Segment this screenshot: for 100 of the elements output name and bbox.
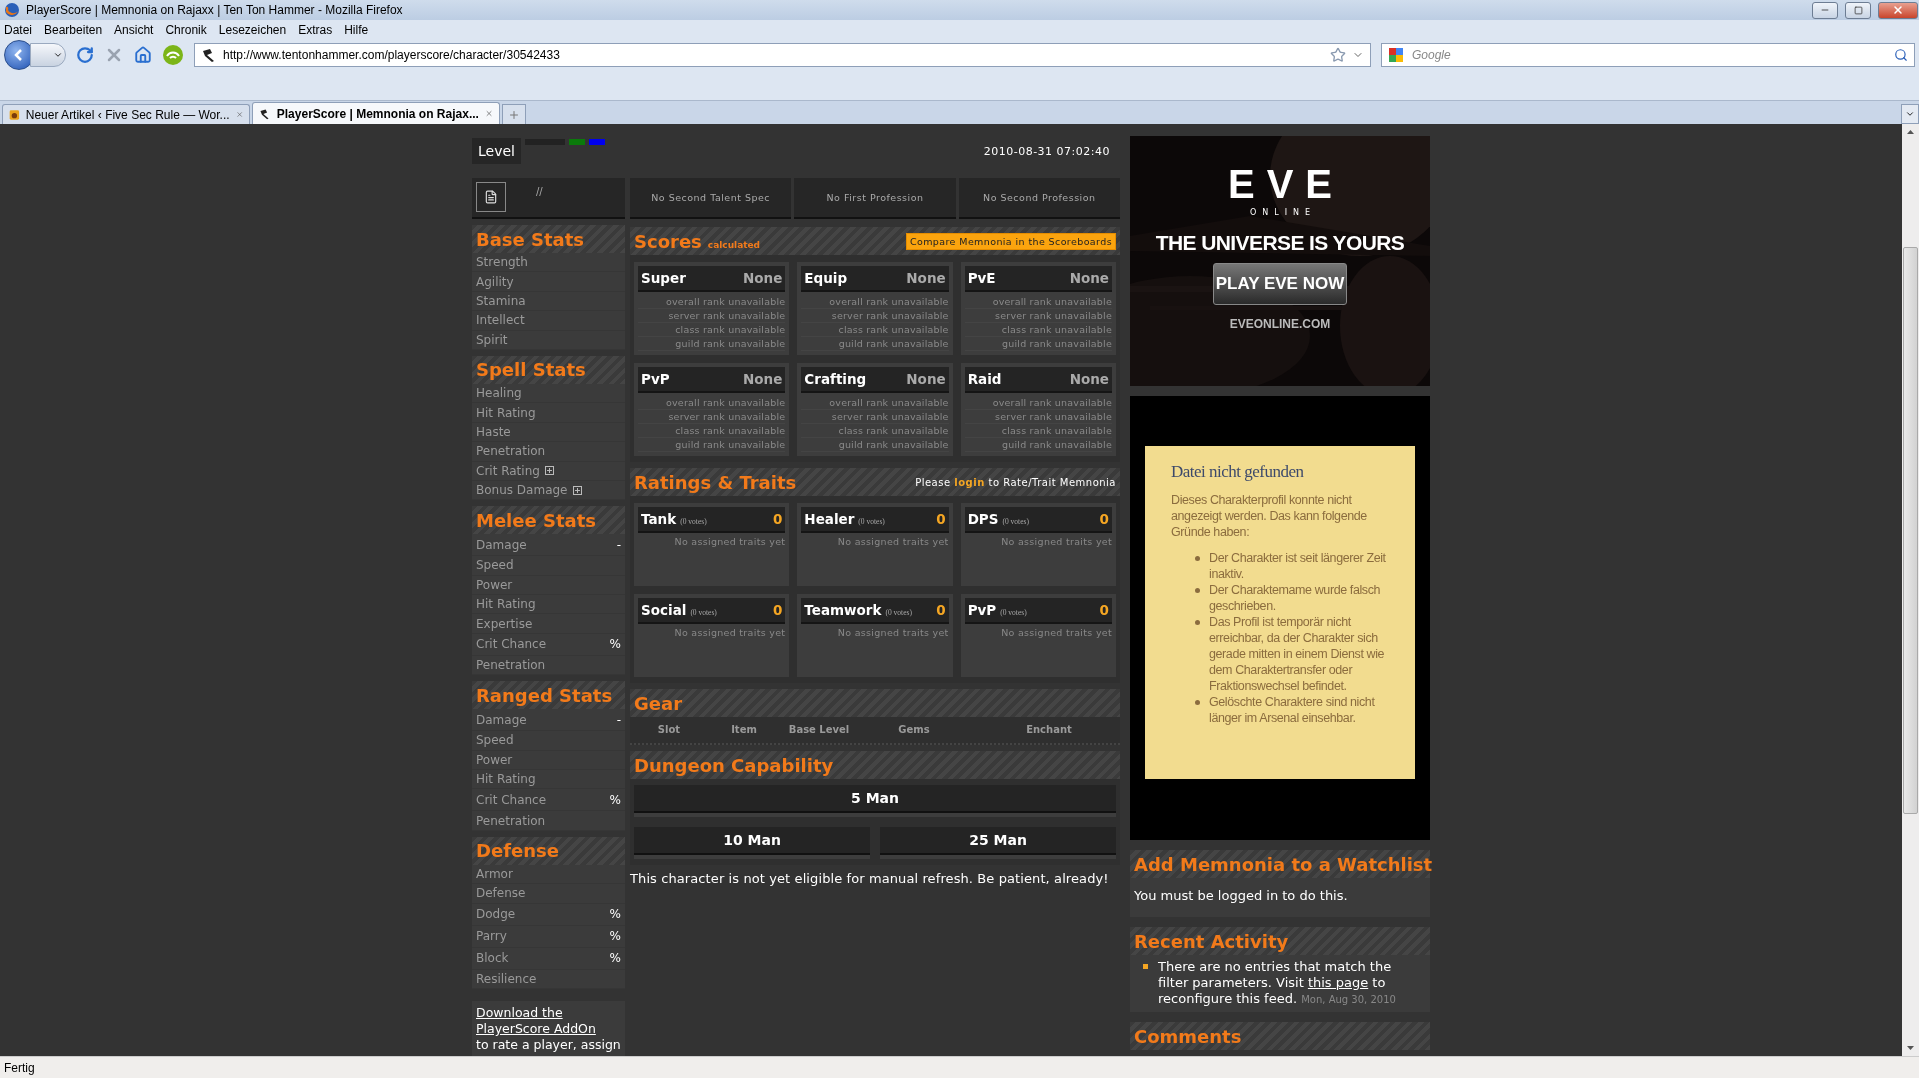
ad-heading: THE UNIVERSE IS YOURS <box>1155 231 1405 255</box>
section-title: Spell Stats <box>476 359 586 381</box>
spec-box: No First Profession <box>794 178 956 219</box>
address-field[interactable]: http://www.tentonhammer.com/playerscore/character/30542433 <box>194 43 1371 67</box>
rating-score: 0 <box>936 511 946 527</box>
error-title: Datei nicht gefunden <box>1171 462 1305 482</box>
stat-label: Resilience <box>476 971 537 986</box>
stat-label: Penetration <box>476 658 546 673</box>
browser-tab[interactable]: PlayerScore | Memnonia on Rajax... <box>252 102 500 124</box>
expand-icon[interactable] <box>544 466 554 476</box>
minimize-button[interactable] <box>1812 1 1838 19</box>
stat-value: % <box>609 907 621 922</box>
spec-box: No Second Profession <box>958 178 1120 219</box>
menu-item[interactable]: Bearbeiten <box>44 22 103 37</box>
menu-item[interactable]: Datei <box>4 22 32 37</box>
close-button[interactable] <box>1878 1 1918 19</box>
browser-icon <box>4 2 20 18</box>
login-link[interactable]: login <box>954 476 985 488</box>
rank-text: overall rank unavailable <box>638 396 786 410</box>
search-icon[interactable] <box>1894 48 1908 62</box>
activity-entry: There are no entries that match the filter parameters. Visit this page to reconfigure this feed. Mon, Aug 30, 2010 <box>1158 959 1424 1008</box>
bullet-icon <box>1143 964 1148 969</box>
scroll-up-icon[interactable] <box>1906 128 1915 137</box>
stat-label: Damage <box>476 537 527 552</box>
close-tab-icon[interactable] <box>484 108 493 119</box>
maximize-button[interactable] <box>1845 1 1871 19</box>
scrollbar-thumb[interactable] <box>1903 247 1918 814</box>
bookmark-star-icon[interactable] <box>1330 47 1346 63</box>
rank-text: class rank unavailable <box>638 424 786 438</box>
stat-label: Penetration <box>476 444 546 459</box>
score-value: None <box>906 270 946 286</box>
addon-note: Download the PlayerScore AddOn to rate a player, assign <box>476 1005 621 1053</box>
rating-score: 0 <box>772 602 783 618</box>
score-value: None <box>906 371 946 387</box>
scrollbar[interactable] <box>1902 124 1919 1056</box>
close-tab-icon[interactable] <box>235 109 243 120</box>
error-reason: Das Profil ist temporär nicht erreichbar, da der Charakter sich gerade mitten in einem Dienst wie dem Charaktertransfer oder Fraktionswechsel befindet. <box>1209 615 1385 693</box>
feed-link[interactable]: this page <box>1307 975 1369 990</box>
advertisement[interactable]: EVE ONLINE THE UNIVERSE IS YOURS PLAY EVE NOW EVEONLINE.COM <box>1130 136 1430 386</box>
rank-text: overall rank unavailable <box>964 295 1112 309</box>
score-name: Equip <box>804 270 848 286</box>
traits-text: No assigned traits yet <box>836 627 949 640</box>
browser-tab[interactable]: Neuer Artikel ‹ Five Sec Rule — Wor... <box>2 104 250 124</box>
rating-name: Tank <box>641 511 677 527</box>
compare-button[interactable]: Compare Memnonia in the Scoreboards <box>905 232 1116 250</box>
menu-item[interactable]: Chronik <box>165 22 207 37</box>
menu-item[interactable]: Extras <box>298 22 333 37</box>
rank-text: guild rank unavailable <box>801 438 949 452</box>
stat-label: Parry <box>476 929 507 944</box>
error-reason: Der Charakter ist seit längerer Zeit inaktiv. <box>1209 551 1386 581</box>
score-name: Super <box>641 270 686 286</box>
stat-label: Spirit <box>476 332 508 347</box>
score-value: None <box>1069 270 1109 286</box>
spec-text: // <box>536 186 543 197</box>
stat-label: Defense <box>476 886 526 901</box>
traits-text: No assigned traits yet <box>1000 627 1112 640</box>
rank-text: guild rank unavailable <box>638 438 786 452</box>
traits-text: No assigned traits yet <box>1000 536 1112 549</box>
rating-name: Teamwork <box>804 602 882 618</box>
close-icon <box>1892 4 1904 16</box>
expand-icon[interactable] <box>572 485 582 495</box>
dungeon-button[interactable]: 25 Man <box>880 827 1116 855</box>
stat-label: Block <box>476 951 509 966</box>
stat-label: Stamina <box>476 293 526 308</box>
section-title: Dungeon Capability <box>634 754 834 776</box>
dungeon-button[interactable]: 10 Man <box>634 827 870 855</box>
scroll-down-icon[interactable] <box>1906 1043 1915 1052</box>
document-icon <box>476 182 506 212</box>
feed-icon[interactable] <box>162 44 184 66</box>
menu-item[interactable]: Ansicht <box>114 22 154 37</box>
error-text: Dieses Charakterprofil konnte nicht angezeigt werden. Das kann folgende Gründe haben: <box>1171 492 1368 540</box>
rank-text: class rank unavailable <box>801 424 949 438</box>
rank-text: class rank unavailable <box>638 323 786 337</box>
rank-text: server rank unavailable <box>638 309 786 323</box>
stat-label: Crit Rating <box>476 463 554 478</box>
stat-value: % <box>609 929 621 944</box>
traits-text: No assigned traits yet <box>673 627 786 640</box>
score-name: PvE <box>967 270 996 286</box>
rating-score: 0 <box>936 602 946 618</box>
home-icon[interactable] <box>134 46 152 64</box>
rank-text: overall rank unavailable <box>801 295 949 309</box>
timestamp: 2010-08-31 07:02:40 <box>983 144 1110 158</box>
reload-icon[interactable] <box>76 46 94 64</box>
login-prompt: Please login to Rate/Trait Memnonia <box>915 476 1116 488</box>
play-button[interactable]: PLAY EVE NOW <box>1213 263 1347 305</box>
section-title: Gear <box>634 692 682 714</box>
new-tab-button[interactable] <box>502 104 526 124</box>
stat-label: Haste <box>476 424 511 439</box>
dungeon-button[interactable]: 5 Man <box>634 785 1116 813</box>
menu-item[interactable]: Lesezeichen <box>218 22 287 37</box>
section-title: Comments <box>1134 1025 1242 1047</box>
section-title: Ratings & Traits <box>634 471 797 493</box>
level-label: Level <box>472 138 521 164</box>
search-field[interactable]: Google <box>1381 43 1915 67</box>
section-title: Melee Stats <box>476 509 596 531</box>
menu-item[interactable]: Hilfe <box>344 22 369 37</box>
stat-value: % <box>609 792 621 807</box>
stat-label: Strength <box>476 255 528 270</box>
stat-label: Armor <box>476 867 513 881</box>
rating-name: DPS <box>967 511 999 527</box>
